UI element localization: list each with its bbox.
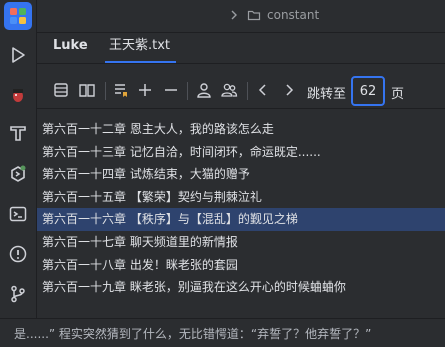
debug-bug-icon[interactable] — [4, 80, 32, 108]
tab-luke[interactable]: Luke — [53, 33, 88, 63]
page-unit-label: 页 — [391, 87, 405, 102]
tab-active-file-label: 王天紫.txt — [109, 38, 171, 53]
chapter-list-item[interactable]: 第六百一十五章 【繁荣】契约与荆棘泣礼 — [37, 186, 445, 209]
reader-toolbar: 跳转至 页 — [37, 72, 445, 109]
build-hammer-icon[interactable] — [4, 119, 32, 147]
table-of-contents-icon[interactable] — [51, 80, 71, 100]
chapter-list: 第六百一十二章 恩主大人，我的路该怎么走 第六百一十三章 记忆自洽，时间闭环，命… — [37, 118, 445, 299]
breadcrumb[interactable]: constant — [227, 8, 319, 22]
left-tool-sidebar — [0, 0, 37, 318]
chevron-right-icon — [231, 10, 237, 20]
status-text: 是......” 程实突然猜到了什么，无比错愕道：“弃誓了？他弃誓了？” — [14, 327, 372, 341]
chapter-list-item[interactable]: 第六百一十七章 聊天频道里的新情报 — [37, 231, 445, 254]
breadcrumb-folder-name: constant — [267, 8, 320, 22]
services-icon[interactable] — [4, 160, 32, 188]
chapter-list-item[interactable]: 第六百一十四章 试炼结束，大猫的赠予 — [37, 163, 445, 186]
page-number-input[interactable] — [351, 76, 385, 106]
jump-to-label: 跳转至 — [307, 87, 347, 102]
git-branch-icon[interactable] — [4, 280, 32, 308]
chapter-list-item[interactable]: 第六百一十三章 记忆自洽，时间闭环，命运既定...... — [37, 141, 445, 164]
active-tab-underline — [105, 61, 177, 63]
navigation-bar: constant — [37, 0, 445, 33]
run-icon[interactable] — [4, 41, 32, 69]
chevron-left-icon[interactable] — [253, 80, 273, 100]
chevron-right-icon[interactable] — [279, 80, 299, 100]
folder-icon — [247, 10, 261, 21]
problems-icon[interactable] — [4, 240, 32, 268]
tab-active-file[interactable]: 王天紫.txt — [105, 33, 177, 63]
bookmark-list-icon[interactable] — [111, 80, 131, 100]
user-icon[interactable] — [194, 80, 214, 100]
plugin-apps-icon[interactable] — [4, 2, 32, 30]
chapter-list-item[interactable]: 第六百一十八章 出发！眯老张的套园 — [37, 254, 445, 277]
terminal-icon[interactable] — [4, 200, 32, 228]
status-bar: 是......” 程实突然猜到了什么，无比错愕道：“弃誓了？他弃誓了？” — [0, 318, 445, 347]
book-open-icon[interactable] — [77, 80, 97, 100]
minus-icon[interactable] — [161, 80, 181, 100]
toolbar-divider — [187, 82, 188, 100]
editor-tabs: Luke 王天紫.txt — [37, 33, 445, 64]
chapter-list-item-selected[interactable]: 第六百一十六章 【秩序】与【混乱】的觐见之梯 — [37, 208, 445, 231]
chapter-list-item[interactable]: 第六百一十二章 恩主大人，我的路该怎么走 — [37, 118, 445, 141]
toolbar-divider — [247, 82, 248, 100]
toolbar-divider — [105, 82, 106, 100]
chapter-list-item[interactable]: 第六百一十九章 眯老张，别逼我在这么开心的时候蛐蛐你 — [37, 276, 445, 299]
users-icon[interactable] — [219, 80, 239, 100]
plus-icon[interactable] — [135, 80, 155, 100]
